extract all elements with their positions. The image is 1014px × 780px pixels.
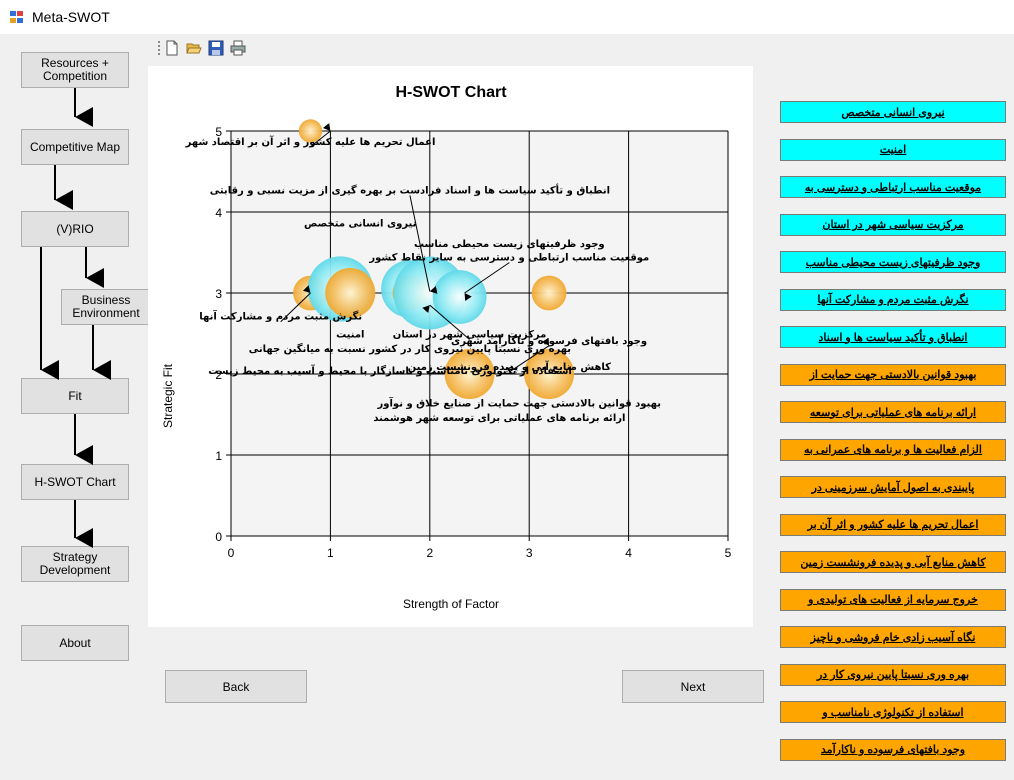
nav-about-button[interactable]: About <box>21 625 129 661</box>
annotation-label: وجود ظرفیتهای زیست محیطی مناسب <box>414 239 605 250</box>
factor-button-weakness[interactable]: الزام فعالیت ها و برنامه های عمرانی به <box>780 438 1006 461</box>
x-tick-label: 4 <box>625 546 632 560</box>
factor-button-weakness[interactable]: وجود بافتهای فرسوده و ناکارآمد <box>780 738 1006 761</box>
open-folder-icon[interactable] <box>186 40 202 56</box>
factor-button-weakness[interactable]: نگاه آسیب زادی خام فروشی و ناچیز <box>780 626 1006 648</box>
y-axis-label: Strategic Fit <box>161 363 175 428</box>
factor-button-strength[interactable]: انطباق و تأکید سیاست ها و اسناد <box>780 326 1006 348</box>
factor-button-weakness[interactable]: استفاده از تکنولوژی نامناسب و <box>780 701 1006 723</box>
factor-button-strength[interactable]: موقعیت مناسب ارتباطی و دسترسی به <box>780 176 1006 198</box>
y-tick-label: 1 <box>215 449 222 463</box>
factor-button-weakness[interactable]: بهره وری نسبتا پایین نیروی کار در <box>780 663 1006 686</box>
annotation-label: نیروی انسانی متخصص <box>304 219 416 230</box>
annotation-label: امنیت <box>336 330 364 341</box>
x-tick-label: 1 <box>327 546 334 560</box>
factor-button-weakness[interactable]: اعمال تحریم ها علیه کشور و اثر آن بر <box>780 513 1006 536</box>
factor-button-weakness[interactable]: بهبود قوانین بالادستی جهت حمایت از <box>780 363 1006 386</box>
factor-button-weakness[interactable]: کاهش منابع آبی و پدیده فرونشست زمین <box>780 551 1006 573</box>
bubble-point <box>325 268 376 318</box>
bubble-point <box>432 270 487 324</box>
y-tick-label: 0 <box>215 530 222 544</box>
factor-button-weakness[interactable]: ارائه برنامه های عملیاتی برای توسعه <box>780 401 1006 423</box>
nav-flow-arrows <box>40 88 111 548</box>
factor-button-strength[interactable]: امنیت <box>780 138 1006 161</box>
annotation-label: انطباق و تأکید سیاست ها و اسناد فرادست ب… <box>210 183 610 196</box>
x-tick-label: 0 <box>228 546 235 560</box>
factor-button-weakness[interactable]: خروج سرمایه از فعالیت های تولیدی و <box>780 588 1006 611</box>
chart-title: H-SWOT Chart <box>395 84 507 101</box>
save-icon[interactable] <box>208 40 224 56</box>
new-file-icon[interactable] <box>164 40 180 56</box>
factor-button-strength[interactable]: وجود ظرفیتهای زیست محیطی مناسب <box>780 251 1006 273</box>
annotation-label: استفاده از تکنولوژی نامناسب و ناسازگار ب… <box>208 364 572 377</box>
x-axis-label: Strength of Factor <box>403 597 499 611</box>
nav-label: About <box>59 635 91 650</box>
back-button[interactable]: Back <box>165 670 307 703</box>
annotation-label: اعمال تحریم ها علیه کشور و اثر آن بر اقت… <box>185 135 436 148</box>
hswot-chart: H-SWOT Chart Strength of Factor Strategi… <box>161 84 732 611</box>
back-label: Back <box>222 679 250 694</box>
x-tick-label: 3 <box>526 546 533 560</box>
factor-button-strength[interactable]: مرکزیت سیاسی شهر در استان <box>780 213 1006 236</box>
print-icon[interactable] <box>230 40 246 56</box>
x-tick-label: 5 <box>725 546 732 560</box>
next-button[interactable]: Next <box>622 670 764 703</box>
bubble-point <box>531 275 567 311</box>
annotation-label: موقعیت مناسب ارتباطی و دسترسی به سایر نق… <box>368 253 649 264</box>
x-tick-label: 2 <box>426 546 433 560</box>
hswot-chart-panel: H-SWOT Chart Strength of Factor Strategi… <box>148 66 753 627</box>
factor-button-weakness[interactable]: پایبندی به اصول آمایش سرزمینی در <box>780 476 1006 498</box>
factor-button-strength[interactable]: نگرش مثبت مردم و مشارکت آنها <box>780 288 1006 311</box>
annotation-label: بهره وری نسبتا پایین نیروی کار در کشور ن… <box>249 342 571 355</box>
annotation-label: ارائه برنامه های عملیاتی برای توسعه شهر … <box>373 413 625 424</box>
annotation-label: نگرش مثبت مردم و مشارکت آنها <box>199 310 362 323</box>
next-label: Next <box>680 679 706 694</box>
y-tick-label: 4 <box>215 206 222 220</box>
factor-button-strength[interactable]: نیروی انسانی متخصص <box>780 101 1006 123</box>
y-tick-label: 3 <box>215 287 222 301</box>
annotation-label: بهبود قوانین بالادستی جهت حمایت از صنایع… <box>377 396 661 409</box>
